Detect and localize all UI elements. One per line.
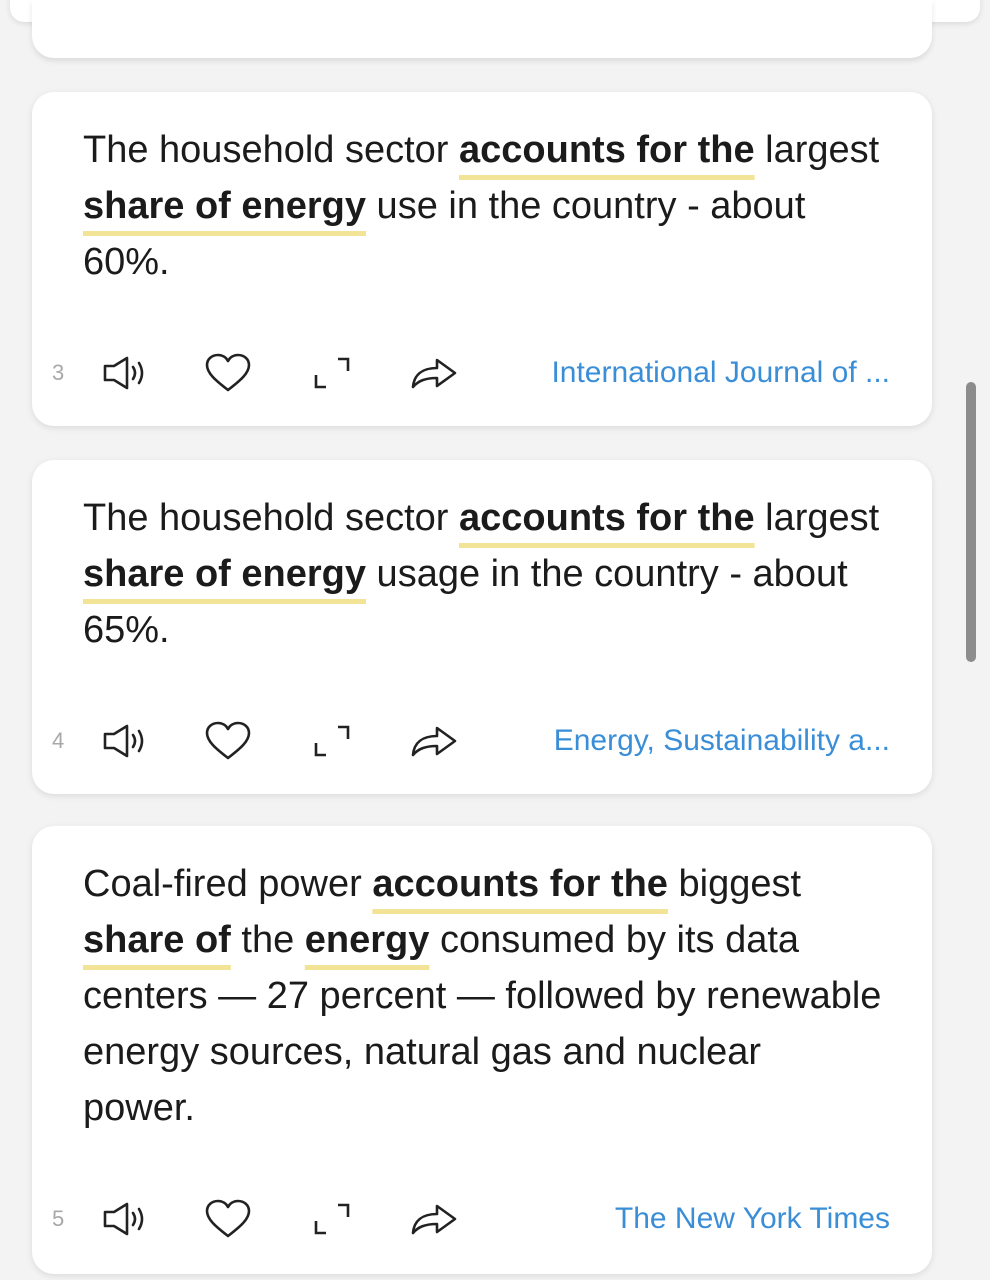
example-card: The household sector accounts for the la… [32, 92, 932, 426]
highlighted-phrase: accounts for the [459, 497, 755, 539]
expand-icon[interactable] [304, 1196, 360, 1242]
highlighted-phrase: energy [304, 919, 430, 961]
source-link[interactable]: Energy, Sustainability a... [554, 724, 890, 758]
expand-icon[interactable] [304, 718, 360, 764]
previous-card-bottom [32, 0, 932, 58]
card-actions: 5 The New York Times [32, 1194, 932, 1244]
sentence-text: The household sector [83, 497, 460, 539]
card-actions: 4 Energy, Sustainability a... [32, 716, 932, 766]
speaker-icon[interactable] [98, 718, 154, 764]
highlighted-phrase: share of [83, 919, 231, 961]
share-icon[interactable] [406, 718, 462, 764]
example-sentence: The household sector accounts for the la… [83, 122, 883, 290]
example-sentence: Coal-fired power accounts for the bigges… [83, 856, 883, 1136]
source-link[interactable]: International Journal of ... [551, 356, 890, 390]
example-sentence: The household sector accounts for the la… [83, 490, 883, 658]
heart-icon[interactable] [200, 718, 256, 764]
expand-icon[interactable] [304, 350, 360, 396]
scrollbar-thumb[interactable] [966, 382, 976, 662]
card-index: 5 [52, 1206, 65, 1231]
sentence-text: The household sector [83, 129, 460, 171]
highlighted-phrase: share of energy [83, 185, 366, 227]
card-index: 3 [52, 360, 65, 385]
heart-icon[interactable] [200, 350, 256, 396]
scrollbar[interactable] [950, 30, 990, 1280]
example-card: The household sector accounts for the la… [32, 460, 932, 794]
highlighted-phrase: accounts for the [459, 129, 755, 171]
sentence-text: largest [754, 497, 880, 539]
heart-icon[interactable] [200, 1196, 256, 1242]
sentence-text: biggest [667, 863, 802, 905]
share-icon[interactable] [406, 350, 462, 396]
share-icon[interactable] [406, 1196, 462, 1242]
card-index: 4 [52, 728, 65, 753]
sentence-text: the [230, 919, 305, 961]
sentence-text: largest [754, 129, 880, 171]
example-card: Coal-fired power accounts for the bigges… [32, 826, 932, 1274]
speaker-icon[interactable] [98, 1196, 154, 1242]
highlighted-phrase: share of energy [83, 553, 366, 595]
card-actions: 3 International Journal of ... [32, 348, 932, 398]
highlighted-phrase: accounts for the [372, 863, 668, 905]
speaker-icon[interactable] [98, 350, 154, 396]
sentence-text: Coal-fired power [83, 863, 373, 905]
source-link[interactable]: The New York Times [615, 1202, 890, 1236]
